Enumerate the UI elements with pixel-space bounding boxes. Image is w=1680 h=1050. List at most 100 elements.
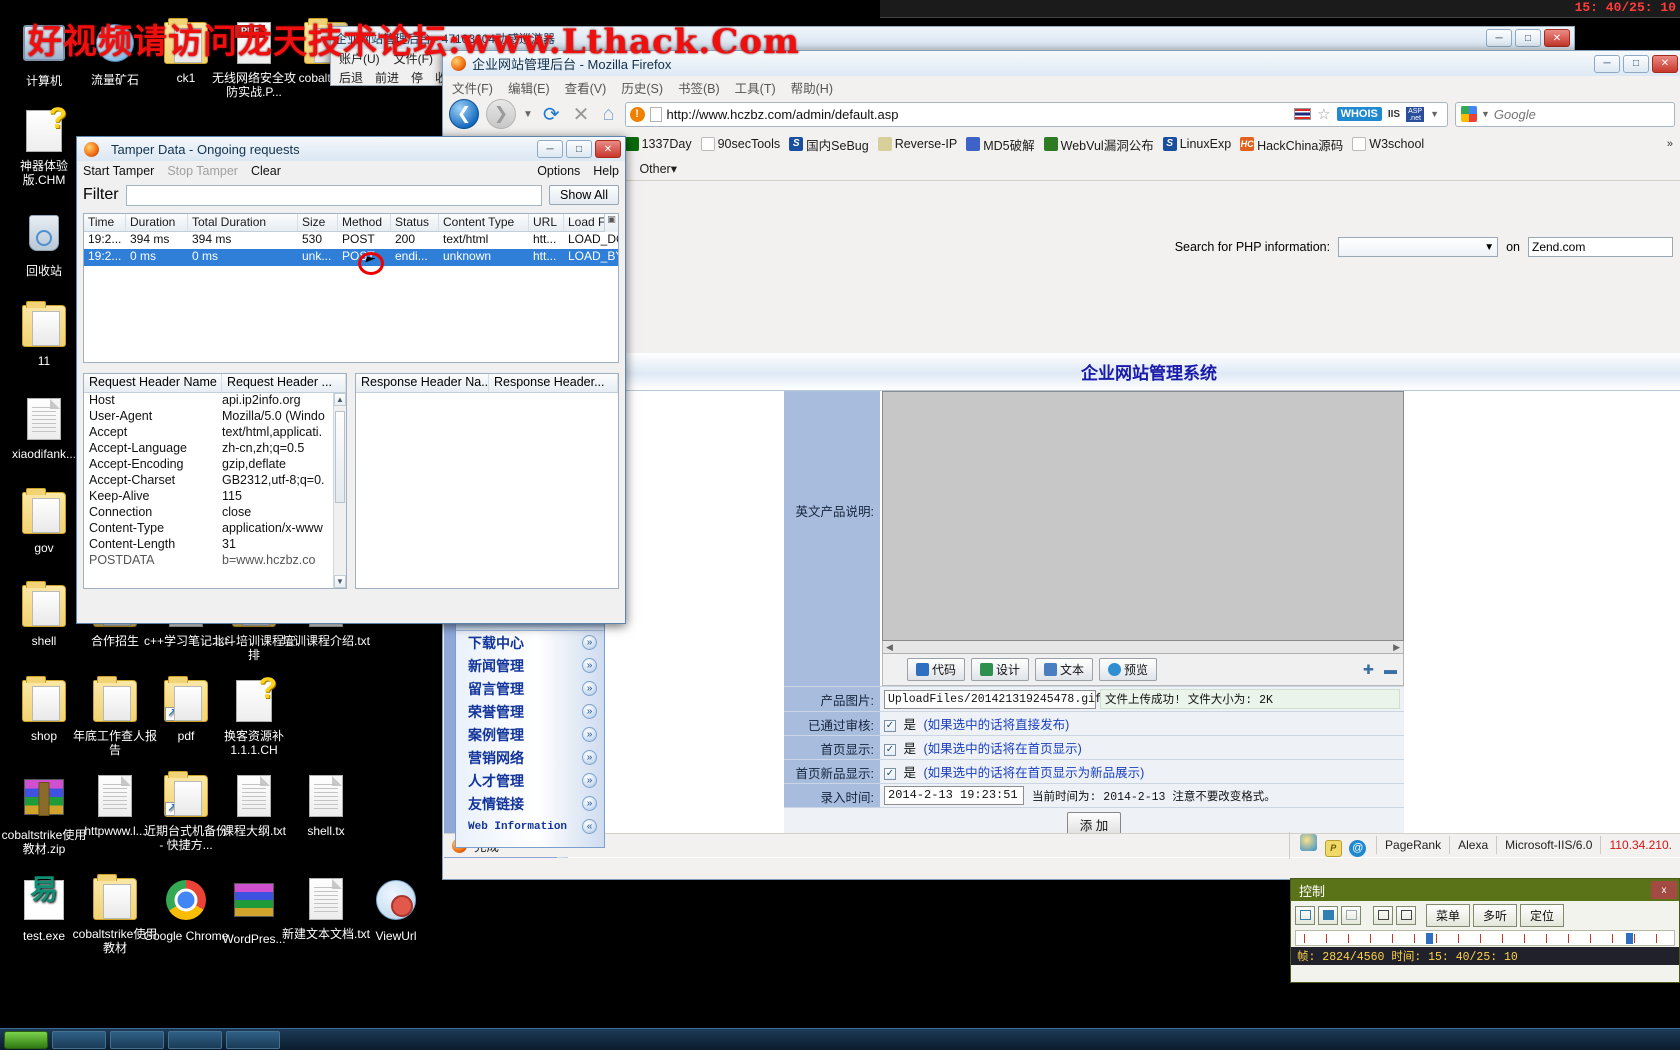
editor-tabs[interactable]: 代码 设计 文本 预览 ✚ ▬ <box>882 654 1404 686</box>
stop-tamper-button[interactable]: Stop Tamper <box>167 164 238 178</box>
scrollbar-thumb[interactable] <box>335 411 345 503</box>
bookmark-star-icon[interactable]: ☆ <box>1317 105 1330 123</box>
timeline-ruler[interactable] <box>1295 930 1675 946</box>
start-button[interactable] <box>4 1030 48 1049</box>
address-bar[interactable]: ! http://www.hczbz.com/admin/default.asp… <box>624 101 1448 127</box>
bookmark-item[interactable]: W3school <box>1352 137 1424 151</box>
maximize-button[interactable]: □ <box>1515 29 1541 47</box>
response-headers-body[interactable] <box>356 393 618 588</box>
menu-file[interactable]: 文件(F) <box>452 78 493 97</box>
chevron-down-icon[interactable]: » <box>582 773 597 788</box>
tab-code[interactable]: 代码 <box>907 658 966 681</box>
pagerank-p-icon[interactable]: P <box>1324 839 1342 857</box>
richtext-editor[interactable] <box>882 391 1404 641</box>
menu-item-webinfo[interactable]: Web Information « <box>456 815 604 838</box>
tab-design[interactable]: 设计 <box>971 658 1030 681</box>
pagerank-label[interactable]: PageRank <box>1376 836 1449 854</box>
at-icon[interactable]: @ <box>1349 839 1367 857</box>
play-button[interactable] <box>1295 905 1315 925</box>
col-response-header-value[interactable]: Response Header... <box>489 374 618 392</box>
col-time[interactable]: Time <box>84 214 126 231</box>
hackbar-sql-row[interactable]: — <box>443 263 1680 285</box>
col-response-header-name[interactable]: Response Header Na... <box>356 374 489 392</box>
desktop-icon[interactable]: 神器体验版.CHM <box>0 105 88 187</box>
header-row[interactable]: POSTDATA b=www.hczbz.co <box>84 553 346 569</box>
header-row[interactable]: Accept-Encoding gzip,deflate <box>84 457 346 473</box>
chevron-down-icon[interactable]: » <box>582 796 597 811</box>
stop-icon[interactable]: ✕ <box>570 102 593 127</box>
home-checkbox[interactable]: ✓ <box>884 743 896 756</box>
server-label[interactable]: Microsoft-IIS/6.0 <box>1496 836 1600 854</box>
editor-hscrollbar[interactable]: ◀ ▶ <box>882 641 1404 654</box>
page-viewport[interactable]: Web Informati 企业网站管理系统 隐藏切换 企业网站管理系统 英文产… <box>444 353 1680 858</box>
snapshot-button[interactable] <box>1373 905 1393 925</box>
taskbar-item[interactable] <box>52 1030 106 1049</box>
response-headers-pane[interactable]: Response Header Na... Response Header... <box>355 373 619 589</box>
reload-icon[interactable]: ⟳ <box>540 102 563 127</box>
header-row[interactable]: Accept-Language zh-cn,zh;q=0.5 <box>84 441 346 457</box>
col-content-type[interactable]: Content Type <box>439 214 529 231</box>
editor-expand-icon[interactable]: ✚ <box>1363 662 1378 678</box>
menu-item-message[interactable]: 留言管理 » <box>456 677 604 700</box>
col-method[interactable]: Method <box>338 214 391 231</box>
bookmark-item[interactable]: 1337Day <box>624 137 692 151</box>
close-button[interactable]: ✕ <box>595 140 621 158</box>
firefox-navigation-toolbar[interactable]: ❮ ❯ ▼ ⟳ ✕ ⌂ ! http://www.hczbz.com/admin… <box>443 97 1680 131</box>
col-status[interactable]: Status <box>391 214 439 231</box>
desktop-icon[interactable]: xiaodifank... <box>0 398 88 461</box>
fullscreen-button[interactable] <box>1396 905 1416 925</box>
filter-input[interactable] <box>125 184 543 206</box>
firefox-window[interactable]: 企业网站管理后台 - Mozilla Firefox ─ □ ✕ 文件(F) 编… <box>442 50 1680 880</box>
menu-item-news[interactable]: 新闻管理 » <box>456 654 604 677</box>
whois-badge[interactable]: WHOIS <box>1336 107 1382 121</box>
firefox-menubar[interactable]: 文件(F) 编辑(E) 查看(V) 历史(S) 书签(B) 工具(T) 帮助(H… <box>443 76 1680 97</box>
stop-button[interactable] <box>1318 905 1338 925</box>
addon-icons[interactable]: P @ <box>1289 831 1376 859</box>
minimize-button[interactable]: ─ <box>1594 54 1620 73</box>
toolbar-back[interactable]: 后退 <box>339 69 363 86</box>
bookmark-item[interactable]: 90secTools <box>700 137 780 151</box>
start-tamper-button[interactable]: Start Tamper <box>83 164 154 178</box>
bookmark-item[interactable]: MD5破解 <box>966 135 1035 154</box>
desktop-icon[interactable]: shell.tx <box>282 775 370 838</box>
scroll-right-arrow[interactable]: ▶ <box>1393 642 1400 653</box>
php-search-site-input[interactable]: Zend.com <box>1528 237 1673 257</box>
chevron-down-icon[interactable]: » <box>582 727 597 742</box>
chevron-down-icon[interactable]: » <box>582 681 597 696</box>
desktop-icon[interactable]: 11 <box>0 301 88 368</box>
chevron-down-icon[interactable]: » <box>582 658 597 673</box>
toolbar-stop[interactable]: 停 <box>411 69 423 86</box>
server-ip-label[interactable]: 110.34.210. <box>1600 836 1680 854</box>
col-total-duration[interactable]: Total Duration <box>188 214 298 231</box>
bookmark-item[interactable]: HC HackChina源码 <box>1240 135 1343 154</box>
search-input[interactable]: Google <box>1494 107 1669 122</box>
menu-tools[interactable]: 工具(T) <box>735 78 776 97</box>
header-row[interactable]: Host api.ip2info.org <box>84 393 346 409</box>
request-headers-header[interactable]: Request Header Name Request Header ... <box>84 374 346 393</box>
menu-item-honor[interactable]: 荣誉管理 » <box>456 700 604 723</box>
firefox-addon-bar[interactable]: P @ PageRank Alexa Microsoft-IIS/6.0 110… <box>1289 831 1680 859</box>
headers-scrollbar[interactable]: ▲ ▼ <box>333 393 346 588</box>
menu-view[interactable]: 查看(V) <box>565 78 607 97</box>
site-identity-icon[interactable]: ! <box>629 106 645 122</box>
maximize-button[interactable]: □ <box>1623 54 1649 73</box>
tamper-menubar[interactable]: Start Tamper Stop Tamper Clear Options H… <box>77 161 625 181</box>
taskbar-item[interactable] <box>226 1030 280 1049</box>
header-row[interactable]: Accept text/html,applicati. <box>84 425 346 441</box>
desktop-icon[interactable]: 回收站 <box>0 212 88 278</box>
chevron-up-icon[interactable]: « <box>582 819 597 834</box>
menu-history[interactable]: 历史(S) <box>621 78 663 97</box>
menu-item-case[interactable]: 案例管理 » <box>456 723 604 746</box>
header-row[interactable]: Content-Type application/x-www <box>84 521 346 537</box>
col-size[interactable]: Size <box>298 214 338 231</box>
column-picker-icon[interactable]: ▣ <box>604 214 618 232</box>
desktop-icon[interactable]: 换客资源补1.1.1.CH <box>210 675 298 757</box>
scroll-up-arrow[interactable]: ▲ <box>334 393 346 406</box>
chevron-down-icon[interactable]: » <box>582 704 597 719</box>
menu-edit[interactable]: 编辑(E) <box>508 78 550 97</box>
pause-button[interactable] <box>1341 905 1361 925</box>
tamper-window-buttons[interactable]: ─ □ ✕ <box>537 140 621 158</box>
hackbar-toolbar[interactable]: SS Encryption▾ Encoding▾ Other▾ <box>443 157 1680 181</box>
search-bar[interactable]: ▼ Google <box>1455 101 1675 127</box>
control-toolbar[interactable]: 菜单 多听 定位 <box>1291 901 1679 929</box>
